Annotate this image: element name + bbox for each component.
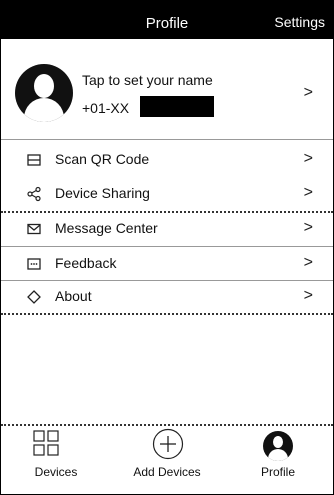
profile-card[interactable]: Tap to set your name +01-XX > [1, 39, 333, 139]
plus-circle-icon [152, 428, 184, 460]
menu-item-scan-qr-code[interactable]: Scan QR Code > [1, 144, 333, 176]
mail-icon [27, 223, 41, 235]
avatar-head-shape [273, 436, 283, 448]
menu-item-label: Feedback [55, 255, 117, 271]
avatar[interactable] [15, 64, 73, 122]
feedback-icon [27, 258, 41, 270]
menu-item-feedback[interactable]: Feedback > [1, 248, 333, 280]
chevron-right-icon: > [303, 84, 313, 101]
profile-phone: +01-XX [82, 100, 130, 116]
tab-label: Profile [260, 465, 295, 479]
settings-button[interactable]: Settings [274, 14, 325, 30]
avatar-head-shape [34, 74, 54, 98]
chevron-right-icon: > [303, 287, 313, 304]
profile-name-prompt[interactable]: Tap to set your name [82, 72, 213, 88]
phone-screen: Profile Settings Tap to set your name +0… [0, 0, 334, 495]
avatar-icon [263, 431, 293, 461]
menu-item-label: Message Center [55, 220, 158, 236]
menu-item-message-center[interactable]: Message Center > [1, 213, 333, 245]
tab-profile[interactable]: Profile [223, 426, 333, 494]
divider [1, 139, 333, 140]
top-bar: Profile Settings [1, 1, 333, 39]
avatar-body-shape [24, 98, 64, 122]
menu-item-about[interactable]: About > [1, 281, 333, 313]
tab-add-devices[interactable]: Add Devices [112, 426, 222, 494]
qr-code-icon [27, 154, 41, 166]
tab-bar: Devices Add Devices Profile [1, 426, 333, 494]
tab-label: Devices [34, 465, 78, 479]
menu-item-device-sharing[interactable]: Device Sharing > [1, 178, 333, 210]
chevron-right-icon: > [303, 184, 313, 201]
menu-item-label: Scan QR Code [55, 151, 150, 167]
share-icon [27, 186, 41, 202]
tab-label: Add Devices [133, 465, 201, 479]
menu-item-label: Device Sharing [55, 185, 150, 201]
divider [1, 313, 333, 315]
chevron-right-icon: > [303, 150, 313, 167]
menu-item-label: About [55, 288, 92, 304]
divider [1, 246, 333, 247]
avatar-body-shape [268, 449, 288, 461]
chevron-right-icon: > [303, 219, 313, 236]
redacted-phone-block [140, 96, 214, 117]
diamond-icon [27, 290, 41, 304]
tab-devices[interactable]: Devices [1, 426, 111, 494]
chevron-right-icon: > [303, 254, 313, 271]
grid-icon [33, 430, 59, 456]
